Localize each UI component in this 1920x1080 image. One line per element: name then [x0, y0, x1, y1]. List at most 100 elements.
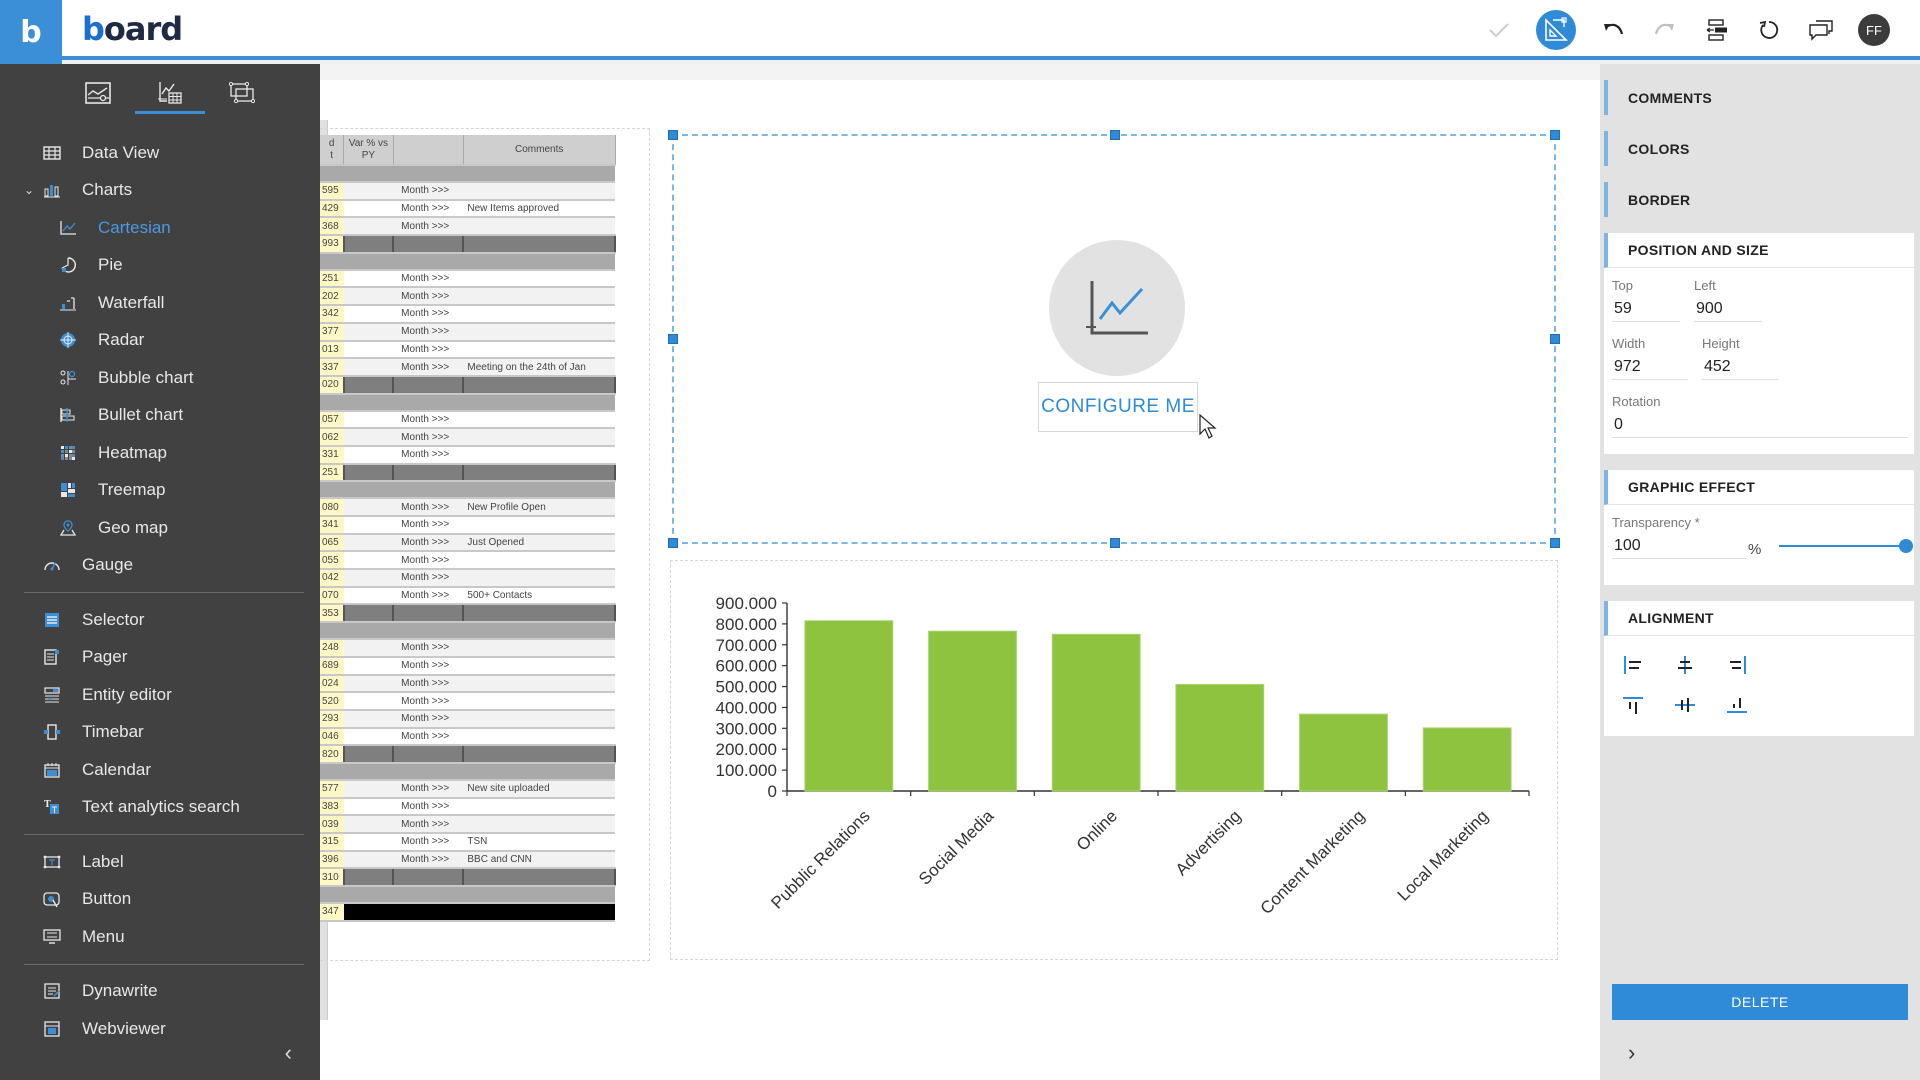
month-cell[interactable]: Month >>>: [393, 692, 464, 711]
comment-cell[interactable]: [463, 445, 615, 465]
sidebar-item-selector[interactable]: Selector: [0, 601, 320, 639]
comment-cell[interactable]: New Profile Open: [463, 498, 615, 517]
refresh-icon[interactable]: [1754, 15, 1784, 45]
align-bottom-icon[interactable]: [1722, 692, 1752, 718]
left-input[interactable]: [1694, 296, 1762, 322]
month-cell[interactable]: Month >>>: [393, 287, 464, 307]
month-cell[interactable]: Month >>>: [393, 569, 464, 588]
sidebar-item-geo-map[interactable]: Geo map: [0, 509, 320, 547]
month-cell[interactable]: Month >>>: [393, 815, 464, 834]
comment-cell[interactable]: [463, 604, 616, 624]
comment-cell[interactable]: [463, 709, 615, 729]
comment-cell[interactable]: [463, 903, 615, 922]
user-avatar[interactable]: FF: [1858, 14, 1890, 46]
month-cell[interactable]: Month >>>: [393, 428, 464, 447]
align-panel-icon[interactable]: [1702, 15, 1732, 45]
check-icon[interactable]: [1484, 15, 1514, 45]
month-cell[interactable]: Month >>>: [393, 269, 464, 289]
column-header[interactable]: d t: [320, 135, 345, 166]
align-center-h-icon[interactable]: [1670, 652, 1700, 678]
comment-cell[interactable]: [463, 516, 615, 535]
month-cell[interactable]: Month >>>: [393, 358, 464, 377]
resize-handle-w[interactable]: [668, 334, 678, 344]
section-position-header[interactable]: POSITION AND SIZE: [1604, 233, 1914, 268]
comment-cell[interactable]: [463, 727, 615, 747]
chevron-down-icon[interactable]: ⌄: [24, 183, 34, 197]
transparency-input[interactable]: [1612, 533, 1746, 559]
sidebar-item-waterfall[interactable]: Waterfall: [0, 284, 320, 322]
delete-button[interactable]: DELETE: [1612, 984, 1908, 1020]
align-top-icon[interactable]: [1618, 692, 1648, 718]
comment-cell[interactable]: [463, 182, 615, 201]
bar-chart-object[interactable]: 0 100.000 200.000 300.000 400.000 500.000 600.…: [670, 560, 1558, 960]
comment-cell[interactable]: [463, 269, 615, 289]
month-cell[interactable]: Month >>>: [393, 340, 464, 360]
sidebar-item-label[interactable]: Label: [0, 843, 320, 881]
comment-cell[interactable]: [463, 551, 615, 571]
resize-handle-nw[interactable]: [668, 130, 678, 140]
month-cell[interactable]: [393, 745, 465, 764]
comment-cell[interactable]: [463, 463, 616, 483]
comment-cell[interactable]: [463, 656, 615, 676]
sidebar-item-treemap[interactable]: Treemap: [0, 472, 320, 510]
comment-cell[interactable]: [463, 235, 616, 254]
design-mode-icon[interactable]: [1536, 10, 1576, 50]
comment-cell[interactable]: [463, 797, 615, 817]
month-cell[interactable]: [393, 604, 465, 624]
design-canvas[interactable]: d t Var % vs PY Comments 595 Month >>> 429 Mon…: [320, 64, 1600, 1080]
resize-handle-ne[interactable]: [1550, 130, 1560, 140]
comments-icon[interactable]: [1806, 15, 1836, 45]
containers-tab[interactable]: [221, 74, 263, 112]
sidebar-item-menu[interactable]: Menu: [0, 918, 320, 956]
month-cell[interactable]: Month >>>: [393, 656, 464, 676]
month-cell[interactable]: Month >>>: [393, 797, 464, 817]
month-cell[interactable]: Month >>>: [393, 533, 464, 553]
sidebar-item-gauge[interactable]: Gauge: [0, 547, 320, 585]
column-header[interactable]: Comments: [463, 135, 616, 166]
month-cell[interactable]: Month >>>: [393, 217, 464, 237]
month-cell[interactable]: [393, 868, 465, 888]
selected-object-placeholder[interactable]: CONFIGURE ME: [668, 130, 1560, 548]
sidebar-item-pager[interactable]: Pager: [0, 639, 320, 677]
month-cell[interactable]: Month >>>: [393, 498, 464, 517]
align-left-icon[interactable]: [1618, 652, 1648, 678]
comment-cell[interactable]: [463, 410, 615, 430]
sidebar-item-calendar[interactable]: Calendar: [0, 751, 320, 789]
sidebar-item-radar[interactable]: Radar: [0, 322, 320, 360]
comment-cell[interactable]: 500+ Contacts: [463, 586, 615, 606]
sidebar-item-bubble-chart[interactable]: Bubble chart: [0, 359, 320, 397]
comment-cell[interactable]: [463, 745, 616, 764]
month-cell[interactable]: Month >>>: [393, 639, 464, 658]
comment-cell[interactable]: [463, 428, 615, 447]
month-cell[interactable]: Month >>>: [393, 709, 464, 729]
sidebar-item-bullet-chart[interactable]: Bullet chart: [0, 397, 320, 435]
comment-cell[interactable]: BBC and CNN: [463, 850, 615, 870]
sidebar-item-webviewer[interactable]: Webviewer: [0, 1010, 320, 1048]
rotation-input[interactable]: [1612, 412, 1908, 438]
comment-cell[interactable]: [463, 639, 615, 658]
resize-handle-s[interactable]: [1110, 538, 1120, 548]
month-cell[interactable]: Month >>>: [393, 586, 464, 606]
width-input[interactable]: [1612, 354, 1688, 380]
align-middle-v-icon[interactable]: [1670, 692, 1700, 718]
comment-cell[interactable]: [463, 305, 615, 324]
section-border-header[interactable]: BORDER: [1604, 182, 1914, 217]
month-cell[interactable]: Month >>>: [393, 410, 464, 430]
section-comments-header[interactable]: COMMENTS: [1604, 80, 1914, 115]
top-input[interactable]: [1612, 296, 1680, 322]
comment-cell[interactable]: [463, 815, 615, 834]
comment-cell[interactable]: [463, 674, 615, 694]
sidebar-item-charts[interactable]: ⌄ Charts: [0, 172, 320, 210]
height-input[interactable]: [1702, 354, 1778, 380]
comment-cell[interactable]: [463, 340, 615, 360]
transparency-slider[interactable]: [1779, 538, 1913, 554]
comment-cell[interactable]: [463, 287, 615, 307]
dataview-object[interactable]: d t Var % vs PY Comments 595 Month >>> 429 Mon…: [320, 128, 650, 961]
comment-cell[interactable]: [463, 322, 615, 342]
collapse-sidebar-icon[interactable]: ‹: [285, 1040, 292, 1066]
sidebar-item-text-analytics-search[interactable]: T Text analytics search: [0, 789, 320, 827]
undo-icon[interactable]: [1598, 15, 1628, 45]
resize-handle-sw[interactable]: [668, 538, 678, 548]
collapse-panel-icon[interactable]: ›: [1628, 1040, 1635, 1066]
month-cell[interactable]: Month >>>: [393, 445, 464, 465]
